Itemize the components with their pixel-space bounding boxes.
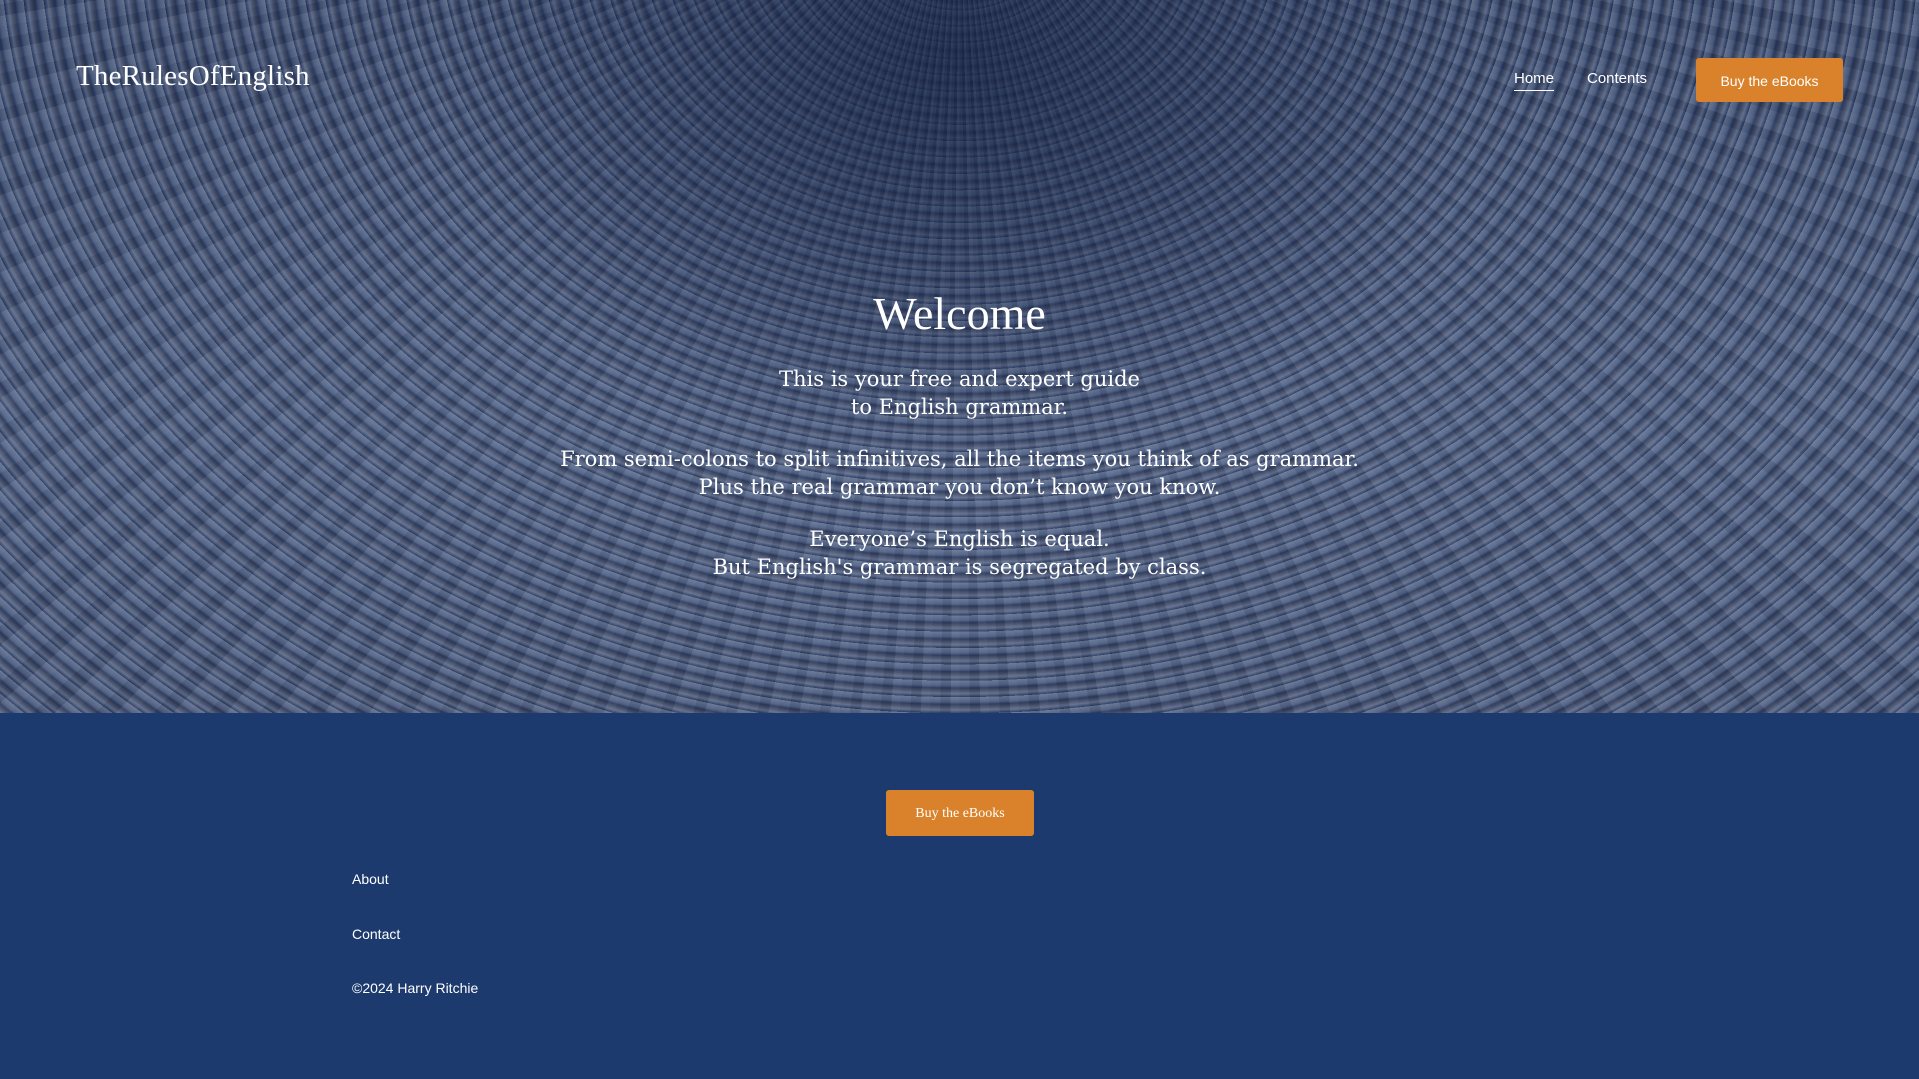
hero-line: This is your free and expert guide <box>779 367 1140 391</box>
hero-paragraph-intro: This is your free and expert guide to En… <box>0 365 1919 421</box>
hero-title: Welcome <box>873 288 1046 339</box>
footer-link-about[interactable]: About <box>352 871 389 887</box>
hero-paragraph-class: Everyone’s English is equal. But English… <box>0 525 1919 581</box>
hero-line: Everyone’s English is equal. <box>809 527 1110 551</box>
hero-line: Plus the real grammar you don’t know you… <box>698 475 1221 499</box>
site-header: TheRulesOfEnglish Home Contents Buy the … <box>0 0 1919 160</box>
site-footer: Buy the eBooks About Contact ©2024 Harry… <box>0 713 1919 1079</box>
buy-ebooks-header-button[interactable]: Buy the eBooks <box>1696 58 1843 102</box>
nav-home[interactable]: Home <box>1514 70 1555 91</box>
hero-line: But English's grammar is segregated by c… <box>712 555 1207 579</box>
hero-section: TheRulesOfEnglish Home Contents Buy the … <box>0 0 1919 713</box>
footer-copyright: ©2024 Harry Ritchie <box>352 980 479 996</box>
hero-line: From semi-colons to split infinitives, a… <box>560 447 1359 471</box>
hero-line: to English grammar. <box>850 395 1069 419</box>
nav-contents[interactable]: Contents <box>1587 70 1647 87</box>
site-logo[interactable]: TheRulesOfEnglish <box>76 60 310 93</box>
buy-ebooks-footer-button[interactable]: Buy the eBooks <box>886 790 1034 836</box>
footer-link-contact[interactable]: Contact <box>352 926 400 942</box>
hero-paragraph-scope: From semi-colons to split infinitives, a… <box>0 445 1919 501</box>
